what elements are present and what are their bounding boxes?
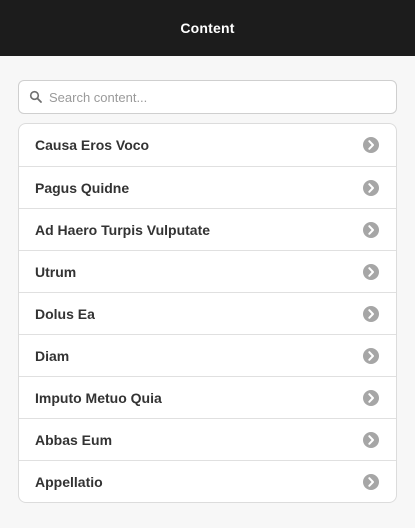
search-icon [29,90,42,103]
chevron-right-icon [363,263,379,280]
chevron-right-icon [363,347,379,364]
chevron-right-icon [363,221,379,238]
list-item-label: Ad Haero Turpis Vulputate [35,221,211,238]
list-item-label: Dolus Ea [35,305,95,322]
main-content: Causa Eros Voco Pagus Quidne Ad Haero Tu… [0,56,415,503]
chevron-right-icon [363,473,379,490]
list-item-label: Diam [35,347,70,364]
header-bar: Content [0,0,415,56]
list-item[interactable]: Diam [19,334,396,376]
list-item-label: Utrum [35,263,77,280]
list-item[interactable]: Appellatio [19,460,396,502]
search-box[interactable] [18,80,397,114]
content-list: Causa Eros Voco Pagus Quidne Ad Haero Tu… [18,123,397,503]
chevron-right-icon [363,389,379,406]
list-item[interactable]: Abbas Eum [19,418,396,460]
list-item[interactable]: Ad Haero Turpis Vulputate [19,208,396,250]
chevron-right-icon [363,137,379,153]
chevron-right-icon [363,305,379,322]
list-item[interactable]: Imputo Metuo Quia [19,376,396,418]
list-item[interactable]: Dolus Ea [19,292,396,334]
list-item-label: Imputo Metuo Quia [35,389,162,406]
page-title: Content [180,20,235,36]
list-item-label: Appellatio [35,473,103,490]
list-item[interactable]: Utrum [19,250,396,292]
list-item[interactable]: Causa Eros Voco [19,124,396,166]
list-item-label: Pagus Quidne [35,179,130,196]
chevron-right-icon [363,179,379,196]
list-item[interactable]: Pagus Quidne [19,166,396,208]
search-input[interactable] [49,89,396,105]
list-item-label: Causa Eros Voco [35,137,150,153]
list-item-label: Abbas Eum [35,431,113,448]
chevron-right-icon [363,431,379,448]
